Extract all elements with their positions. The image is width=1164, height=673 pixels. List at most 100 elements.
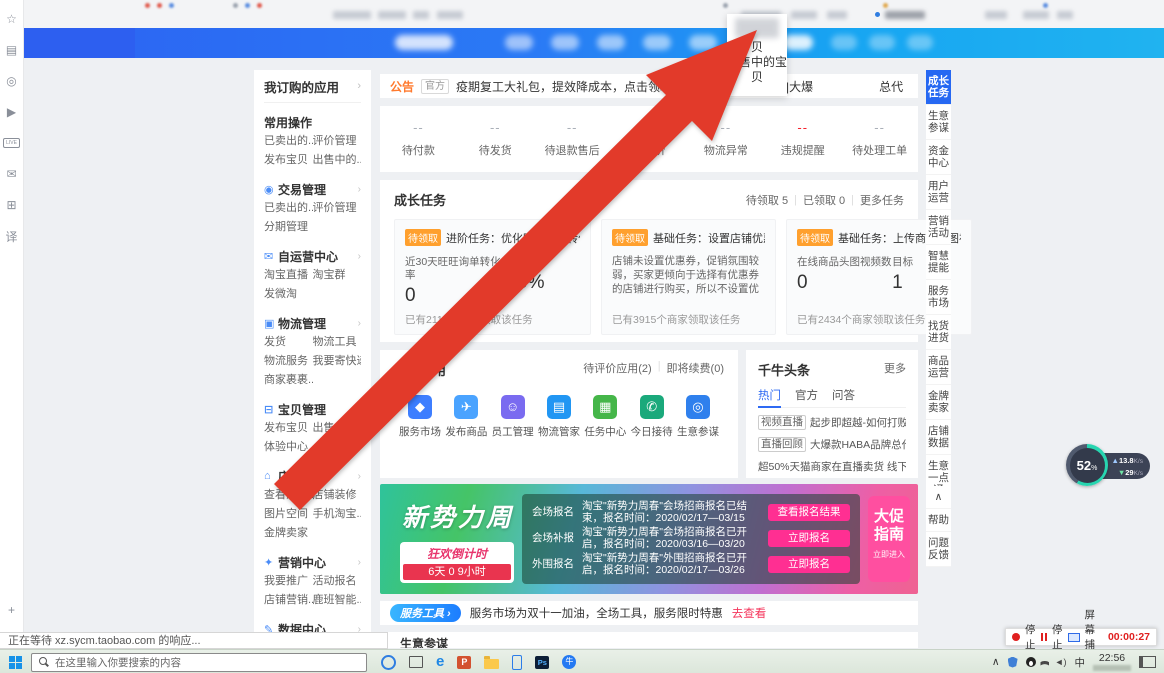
cart-icon[interactable]: ⊞ — [0, 193, 23, 217]
headline-item[interactable]: 直播回顾大爆款HABA品牌总代来直播！ — [758, 437, 906, 452]
taskbar-search-box[interactable]: 在这里输入你要搜索的内容 — [31, 653, 367, 672]
rail-tab-资金中心[interactable]: 资金中心 — [926, 140, 951, 175]
rail-tab-生意参谋[interactable]: 生意参谋 — [926, 105, 951, 140]
sidebar-link[interactable]: 活动报名 — [313, 572, 362, 591]
sidebar-link[interactable]: 已卖出的... — [264, 132, 313, 151]
sidebar-link[interactable]: 鹿班智能... — [313, 591, 362, 610]
apps-pending-review-link[interactable]: 待评价应用(2) — [583, 360, 651, 379]
speaker-icon[interactable]: ◄) — [1055, 657, 1067, 667]
start-button[interactable] — [9, 656, 22, 669]
app-shortcut-生意参谋[interactable]: ◎生意参谋 — [676, 395, 720, 439]
headlines-tab-热门[interactable]: 热门 — [758, 387, 781, 408]
sidebar-link[interactable]: 评价管理 — [313, 132, 362, 151]
sidebar-link[interactable]: 物流服务 — [264, 352, 313, 371]
sidebar-link[interactable]: 发货 — [264, 333, 313, 352]
service-tools-pill[interactable]: 服务工具 › — [390, 604, 461, 622]
nav-item-blurred[interactable] — [831, 35, 857, 50]
sidebar-link[interactable]: 查看淘宝... — [264, 486, 313, 505]
todo-stat-物流异常[interactable]: --物流异常 — [687, 120, 764, 158]
go-view-link[interactable]: 去查看 — [732, 605, 767, 621]
sidebar-section-title[interactable]: ✦营销中心› — [264, 552, 361, 572]
rail-collapse-icon[interactable]: ∧ — [926, 486, 951, 509]
todo-stat-待退款售后[interactable]: --待退款售后 — [534, 120, 611, 158]
todo-stat-待发货[interactable]: --待发货 — [457, 120, 534, 158]
task-view-icon[interactable] — [409, 656, 423, 668]
banner-row-button[interactable]: 查看报名结果 — [768, 504, 850, 521]
sidebar-link[interactable]: 淘宝直播 — [264, 266, 313, 285]
rail-tab-成长任务[interactable]: 成长任务 — [926, 70, 951, 105]
chevron-right-icon[interactable]: › — [358, 184, 361, 195]
chevron-right-icon[interactable]: › — [358, 557, 361, 568]
app-shortcut-服务市场[interactable]: ◆服务市场 — [398, 395, 442, 439]
sidebar-link[interactable]: 我要寄快递 — [313, 352, 362, 371]
banner-row-button[interactable]: 立即报名 — [768, 556, 850, 573]
sidebar-link[interactable]: 手机淘宝... — [313, 505, 362, 524]
rail-tab-服务市场[interactable]: 服务市场 — [926, 280, 951, 315]
chevron-right-icon[interactable]: › — [358, 471, 361, 482]
sidebar-section-title[interactable]: ◉交易管理› — [264, 179, 361, 199]
sidebar-link[interactable]: 金牌卖家 — [264, 524, 313, 543]
headlines-tab-官方[interactable]: 官方 — [795, 387, 818, 403]
sidebar-section-title[interactable]: ▣物流管理› — [264, 313, 361, 333]
sidebar-link[interactable]: 店铺营销... — [264, 591, 313, 610]
todo-stat-待处理工单[interactable]: --待处理工单 — [841, 120, 918, 158]
qq-tray-icon[interactable] — [1026, 657, 1036, 667]
sidebar-section-title[interactable]: ✉自运营中心› — [264, 246, 361, 266]
rail-tab-营销活动[interactable]: 营销活动 — [926, 210, 951, 245]
sidebar-link[interactable]: 已卖出的... — [264, 199, 313, 218]
announcement-link-2-tail[interactable]: 总代 — [879, 78, 903, 95]
dropdown-item-blurred[interactable] — [735, 18, 779, 38]
wifi-icon[interactable]: ((( — [1040, 661, 1050, 664]
growth-summary-2[interactable]: 更多任务 — [860, 192, 904, 208]
security-shield-icon[interactable] — [1008, 657, 1018, 668]
headlines-more-link[interactable]: 更多 — [884, 360, 906, 379]
app-shortcut-今日接待[interactable]: ✆今日接待 — [630, 395, 674, 439]
rail-tab-金牌卖家[interactable]: 金牌卖家 — [926, 385, 951, 420]
dropdown-item-onsale-items[interactable]: 出售中的宝贝 — [727, 55, 787, 85]
nav-item-blurred[interactable] — [689, 35, 717, 50]
sidebar-link[interactable]: 评价管理 — [313, 199, 362, 218]
input-method-indicator[interactable]: 中 — [1075, 655, 1086, 670]
rail-tab-帮助[interactable]: 帮助 — [926, 509, 951, 532]
rail-tab-商品运营[interactable]: 商品运营 — [926, 350, 951, 385]
headline-item[interactable]: 视频直播起步即超越-如何打败日销500单的... — [758, 415, 906, 430]
search-icon[interactable]: ◎ — [0, 69, 23, 93]
app-shortcut-物流管家[interactable]: ▤物流管家 — [537, 395, 581, 439]
sidebar-link[interactable]: 图片空间 — [264, 505, 313, 524]
chevron-right-icon[interactable]: › — [358, 404, 361, 415]
file-explorer-icon[interactable] — [484, 659, 499, 669]
sidebar-link[interactable]: 出售中的... — [313, 151, 362, 170]
growth-summary-1[interactable]: 已领取 0 — [803, 192, 845, 208]
phone-app-icon[interactable] — [512, 655, 522, 670]
sidebar-link[interactable]: 商家裹裹... — [264, 371, 313, 390]
app-shortcut-任务中心[interactable]: ▦任务中心 — [583, 395, 627, 439]
chevron-right-icon[interactable]: › — [358, 251, 361, 262]
taskbar-clock[interactable]: 22:56 — [1093, 653, 1131, 671]
memory-usage-circle[interactable]: 52% — [1066, 444, 1108, 486]
nav-item-blurred[interactable] — [597, 35, 625, 50]
record-pause-button[interactable]: 停止 — [1052, 622, 1063, 652]
sidebar-section-title[interactable]: ⊟宝贝管理› — [264, 399, 361, 419]
sidebar-title-row[interactable]: 我订购的应用 › — [264, 70, 361, 103]
todo-stat-待付款[interactable]: --待付款 — [380, 120, 457, 158]
chevron-right-icon[interactable]: › — [358, 318, 361, 329]
nav-item-blurred[interactable] — [907, 35, 933, 50]
net-speed-widget[interactable]: ▲13.8K/s ▼29K/s 52% — [1066, 444, 1156, 488]
live-icon[interactable]: LIVE — [0, 131, 23, 155]
growth-task-card[interactable]: 待领取基础任务：设置店铺优惠券店铺未设置优惠券，促销氛围较弱，买家更倾向于选择有… — [601, 219, 776, 335]
app-shortcut-员工管理[interactable]: ☺员工管理 — [491, 395, 535, 439]
record-stop-button[interactable]: 停止 — [1025, 622, 1036, 652]
nav-item-blurred[interactable] — [505, 35, 533, 50]
add-icon[interactable]: + — [0, 598, 23, 622]
growth-task-card[interactable]: 待领取进阶任务：优化旺旺询单转化率近30天旺旺询单转化率0目标50%已有2115… — [394, 219, 591, 335]
video-icon[interactable]: ▶ — [0, 100, 23, 124]
todo-stat-待评价[interactable]: --待评价 — [611, 120, 688, 158]
sidebar-link[interactable]: 发布宝贝 — [264, 419, 313, 438]
headline-item[interactable]: 超50%天猫商家在直播卖货 线下门店扎堆直播 — [758, 459, 906, 474]
tray-expand-icon[interactable]: ∧ — [992, 656, 1000, 668]
dropdown-item-publish-tail[interactable]: 贝 — [727, 40, 787, 55]
translate-icon[interactable]: 译 — [0, 224, 23, 248]
sidebar-link[interactable]: 发布宝贝 — [264, 151, 313, 170]
campaign-banner[interactable]: 新势力周 狂欢倒计时 6天 0 9小时 会场报名淘宝"新势力周春"会场招商报名已… — [380, 484, 918, 594]
announcement-link-1[interactable]: 疫期复工大礼包，提效降成本，点击领取！ — [456, 78, 684, 95]
